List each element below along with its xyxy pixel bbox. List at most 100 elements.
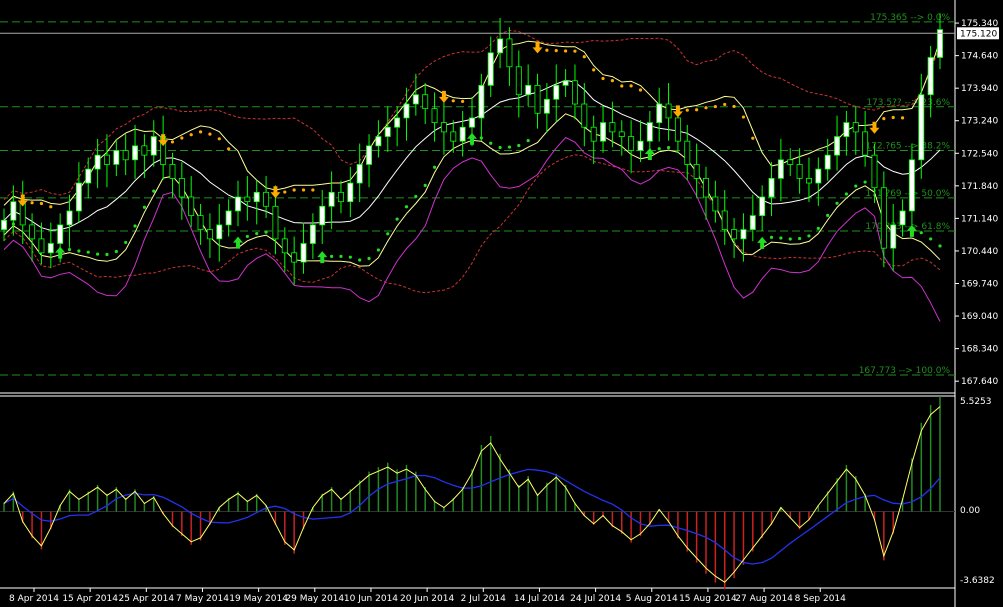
candle-body: [459, 126, 466, 142]
price-tick-label: 171.140: [961, 214, 998, 224]
trailing-stop-dot: [788, 237, 792, 241]
osc-tick-min: -3.6382: [960, 576, 995, 586]
trailing-stop-dot: [685, 108, 689, 112]
candle-body: [918, 94, 925, 161]
trailing-stop-dot: [620, 84, 624, 88]
trailing-stop-dot: [489, 141, 493, 145]
trailing-stop-dot: [227, 147, 231, 151]
candle-body: [281, 238, 288, 254]
time-tick-label: 7 May 2014: [176, 594, 229, 604]
trailing-stop-dot: [96, 252, 100, 256]
candle-body: [852, 122, 859, 133]
candle-body: [309, 224, 316, 244]
trailing-stop-dot: [395, 217, 399, 221]
candle-body: [843, 122, 850, 137]
candle-body: [253, 191, 260, 203]
price-tick-label: 174.640: [961, 52, 998, 62]
candle-body: [412, 94, 419, 105]
trailing-stop-dot: [900, 116, 905, 120]
candle-body: [29, 224, 36, 240]
candle-body: [1, 219, 7, 230]
trailing-stop-dot: [339, 254, 343, 258]
trailing-stop-dot: [67, 247, 72, 252]
time-tick-label: 24 Jul 2014: [570, 594, 621, 604]
trailing-stop-dot: [86, 250, 90, 254]
time-tick-label: 15 Apr 2014: [62, 594, 118, 604]
candle-body: [141, 145, 148, 156]
candle-body: [693, 164, 700, 179]
time-tick-label: 25 Apr 2014: [118, 594, 174, 604]
trailing-stop-dot: [610, 79, 615, 83]
candle-body: [862, 131, 869, 156]
candle-body: [440, 122, 447, 133]
trailing-stop-dot: [657, 147, 661, 151]
candle-body: [777, 159, 784, 179]
price-tick-label: 171.840: [961, 182, 998, 192]
candle-body: [47, 243, 54, 254]
trailing-stop-dot: [376, 248, 380, 252]
candle-body: [375, 136, 382, 147]
candle-body: [103, 154, 110, 165]
trailing-stop-dot: [798, 236, 802, 241]
candle-body: [85, 168, 92, 184]
candle-body: [328, 191, 335, 207]
trailing-stop-dot: [189, 133, 193, 137]
candle-body: [637, 140, 644, 151]
trailing-stop-dot: [545, 48, 549, 52]
trailing-stop-dot: [666, 145, 671, 150]
trailing-stop-dot: [854, 184, 858, 188]
candle-body: [422, 94, 429, 110]
time-tick-label: 8 Apr 2014: [9, 594, 59, 604]
candle-body: [703, 177, 709, 198]
trailing-stop-dot: [198, 130, 203, 134]
fib-level-label: 171.?69 --> 50.0%: [865, 189, 950, 199]
trailing-stop-dot: [208, 132, 212, 136]
candle-body: [759, 196, 766, 217]
candle-body: [899, 210, 906, 226]
candle-body: [197, 215, 204, 230]
candle-body: [10, 201, 17, 221]
candle-body: [712, 196, 719, 212]
trailing-stop-dot: [554, 49, 558, 53]
candle-body: [150, 136, 157, 156]
candle-body: [188, 196, 195, 217]
candle-body: [890, 224, 897, 249]
trailing-stop-dot: [507, 145, 512, 149]
fib-level-label: 173.5?? --> 23.6%: [866, 98, 950, 108]
candle-body: [122, 150, 129, 161]
price-tick-label: 172.540: [961, 149, 998, 159]
candle-body: [75, 182, 82, 212]
candle-body: [478, 84, 485, 119]
candle-body: [450, 131, 457, 142]
candle-body: [731, 229, 738, 240]
candle-body: [394, 117, 401, 128]
time-tick-label: 20 Jun 2014: [400, 594, 454, 604]
trailing-stop-dot: [133, 224, 137, 228]
trailing-stop-dot: [592, 68, 596, 72]
candle-body: [525, 84, 532, 96]
candle-body: [94, 154, 101, 170]
candle-body: [337, 191, 344, 203]
candle-body: [206, 229, 213, 240]
forex-chart: 175.365 --> 0.0% 173.5?? --> 23.6% 172.?65…: [0, 0, 1003, 607]
candle-body: [403, 103, 410, 119]
candle-body: [796, 164, 803, 179]
candle-body: [66, 210, 73, 226]
time-tick-label: 19 May 2014: [229, 594, 288, 604]
candle-body: [497, 38, 504, 54]
trailing-stop-dot: [582, 55, 586, 59]
candle-body: [272, 205, 279, 240]
trailing-stop-dot: [105, 252, 109, 257]
trailing-stop-dot: [330, 254, 334, 258]
candle-body: [562, 80, 569, 86]
trailing-stop-dot: [30, 201, 34, 205]
candle-body: [656, 103, 663, 123]
candle-body: [132, 145, 139, 161]
trailing-stop-dot: [367, 256, 371, 261]
candle-body: [787, 159, 794, 165]
trailing-stop-dot: [432, 165, 437, 169]
candle-body: [487, 52, 494, 86]
candle-body: [347, 182, 354, 203]
trailing-stop-dot: [292, 188, 296, 192]
time-tick-label: 5 Aug 2014: [626, 594, 678, 604]
